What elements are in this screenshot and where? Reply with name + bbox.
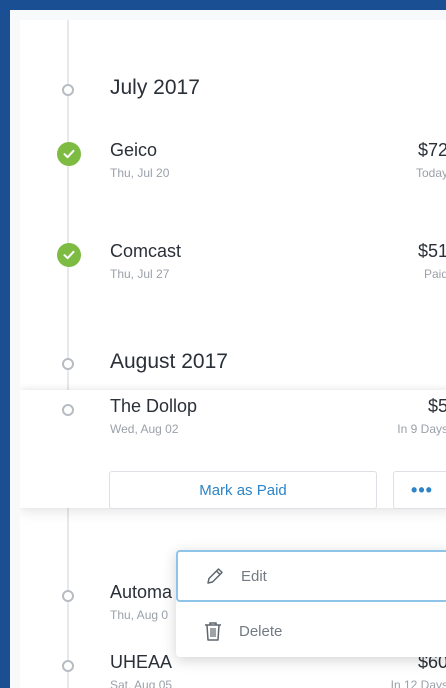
bill-amount: $72 (417, 140, 446, 160)
mark-as-paid-button[interactable]: Mark as Paid (109, 471, 377, 509)
check-circle-icon (57, 142, 81, 166)
bill-status: Today (415, 166, 446, 180)
timeline-dot-icon (62, 358, 74, 370)
timeline-dot-icon (62, 590, 74, 602)
menu-item-label: Edit (241, 567, 267, 585)
check-circle-icon (57, 243, 81, 267)
bill-name: UHEAA (110, 652, 173, 672)
bill-date: Thu, Jul 20 (110, 166, 170, 180)
bill-date: Thu, Aug 0 (110, 608, 169, 622)
bill-status: Paid (423, 267, 446, 281)
bill-name: Geico (110, 140, 158, 160)
bill-date: Wed, Aug 02 (110, 422, 179, 436)
pencil-icon (204, 565, 226, 587)
app-frame: July 2017 Geico Thu, Jul 20 $72 Today Co… (0, 0, 446, 688)
timeline-dot-icon (62, 660, 74, 672)
menu-item-label: Delete (239, 622, 283, 640)
trash-icon (202, 620, 224, 642)
bill-amount: $5 (427, 396, 446, 416)
bill-name: Automa (110, 582, 173, 602)
bill-row-comcast[interactable]: Comcast Thu, Jul 27 $51 Paid (20, 237, 446, 297)
bill-row-geico[interactable]: Geico Thu, Jul 20 $72 Today (20, 136, 446, 196)
month-header-august: August 2017 (20, 344, 446, 384)
menu-item-edit[interactable]: Edit (176, 550, 446, 602)
bill-name: The Dollop (110, 396, 198, 416)
timeline-dot-icon (62, 84, 74, 96)
month-title: August 2017 (110, 350, 228, 373)
bill-date: Sat, Aug 05 (110, 678, 173, 688)
timeline-dot-icon (62, 404, 74, 416)
month-header-july: July 2017 (20, 70, 446, 110)
bill-status: In 9 Days (397, 422, 446, 436)
month-title: July 2017 (110, 76, 200, 99)
bill-amount: $51 (417, 241, 446, 261)
menu-item-delete[interactable]: Delete (176, 605, 446, 657)
bill-date: Thu, Jul 27 (110, 267, 170, 281)
bill-name: Comcast (110, 241, 182, 261)
context-menu: Edit Delete (176, 550, 446, 657)
more-options-button[interactable]: ••• (393, 471, 446, 509)
bill-status: In 12 Days (390, 678, 446, 688)
bill-row-the-dollop[interactable]: The Dollop Wed, Aug 02 $5 In 9 Days (20, 392, 446, 452)
